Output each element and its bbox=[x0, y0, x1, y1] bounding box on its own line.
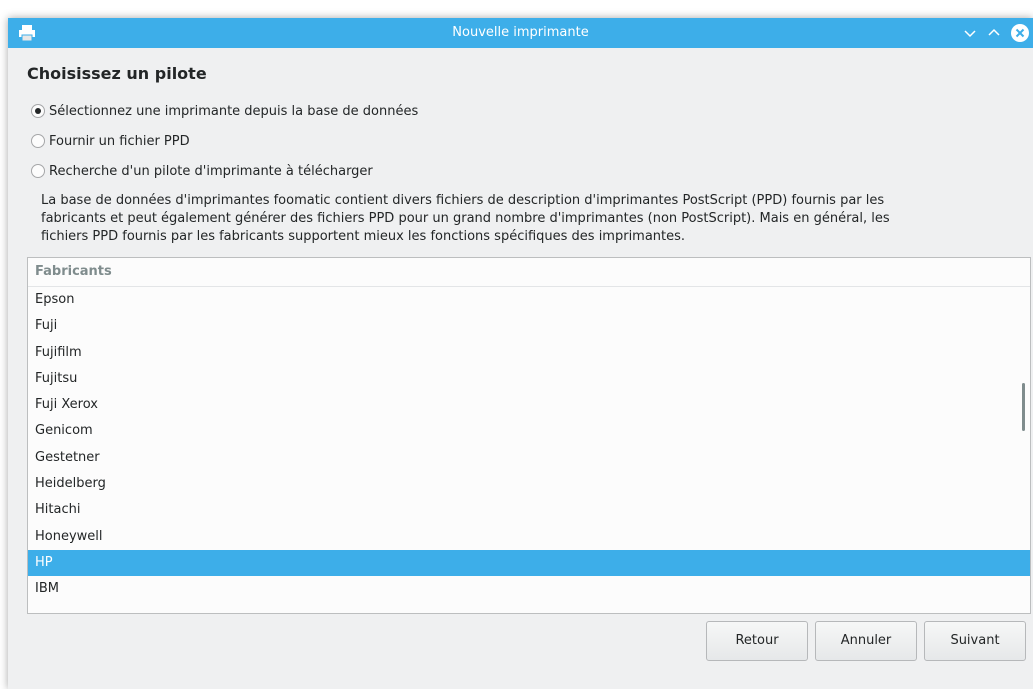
page-title: Choisissez un pilote bbox=[27, 64, 207, 83]
list-item[interactable]: Fuji bbox=[28, 313, 1030, 339]
list-item[interactable]: Honeywell bbox=[28, 524, 1030, 550]
list-item[interactable]: Heidelberg bbox=[28, 471, 1030, 497]
chevron-down-icon[interactable] bbox=[961, 24, 979, 42]
radio-label: Sélectionnez une imprimante depuis la ba… bbox=[49, 103, 419, 119]
list-item[interactable]: Genicom bbox=[28, 418, 1030, 444]
radio-indicator[interactable] bbox=[31, 104, 45, 118]
chevron-up-icon[interactable] bbox=[985, 24, 1003, 42]
list-item[interactable]: HP bbox=[28, 549, 1030, 577]
scrollbar-thumb[interactable] bbox=[1022, 383, 1025, 431]
list-item[interactable]: Fujifilm bbox=[28, 340, 1030, 366]
list-item[interactable]: Gestetner bbox=[28, 445, 1030, 471]
radio-indicator[interactable] bbox=[31, 164, 45, 178]
description-text: La base de données d'imprimantes foomati… bbox=[41, 192, 1023, 246]
list-item[interactable]: Epson bbox=[28, 287, 1030, 313]
radio-label: Fournir un fichier PPD bbox=[49, 133, 190, 149]
cancel-button[interactable]: Annuler bbox=[815, 621, 917, 661]
radio-label: Recherche d'un pilote d'imprimante à tél… bbox=[49, 163, 373, 179]
radio-provide-ppd[interactable]: Fournir un fichier PPD bbox=[31, 131, 190, 151]
list-item[interactable]: Fujitsu bbox=[28, 366, 1030, 392]
description-line: fichiers PPD fournis par les fabricants … bbox=[41, 229, 686, 244]
next-button[interactable]: Suivant bbox=[924, 621, 1026, 661]
list-item[interactable]: Fuji Xerox bbox=[28, 392, 1030, 418]
description-line: La base de données d'imprimantes foomati… bbox=[41, 193, 885, 208]
list-item[interactable]: Hitachi bbox=[28, 497, 1030, 523]
radio-search-download[interactable]: Recherche d'un pilote d'imprimante à tél… bbox=[31, 161, 373, 181]
radio-select-database[interactable]: Sélectionnez une imprimante depuis la ba… bbox=[31, 101, 418, 121]
description-line: fabricants et peut également générer des… bbox=[41, 211, 890, 226]
manufacturer-list[interactable]: Fabricants Epson Fuji Fujifilm Fujitsu F… bbox=[27, 257, 1031, 614]
dialog-window: Nouvelle imprimante Choisissez un pilote… bbox=[8, 18, 1033, 689]
title-bar[interactable]: Nouvelle imprimante bbox=[8, 18, 1033, 48]
close-icon[interactable] bbox=[1011, 24, 1029, 42]
list-header[interactable]: Fabricants bbox=[28, 258, 1030, 287]
radio-indicator[interactable] bbox=[31, 134, 45, 148]
list-item[interactable]: IBM bbox=[28, 576, 1030, 602]
window-title: Nouvelle imprimante bbox=[452, 25, 589, 40]
back-button[interactable]: Retour bbox=[706, 621, 808, 661]
